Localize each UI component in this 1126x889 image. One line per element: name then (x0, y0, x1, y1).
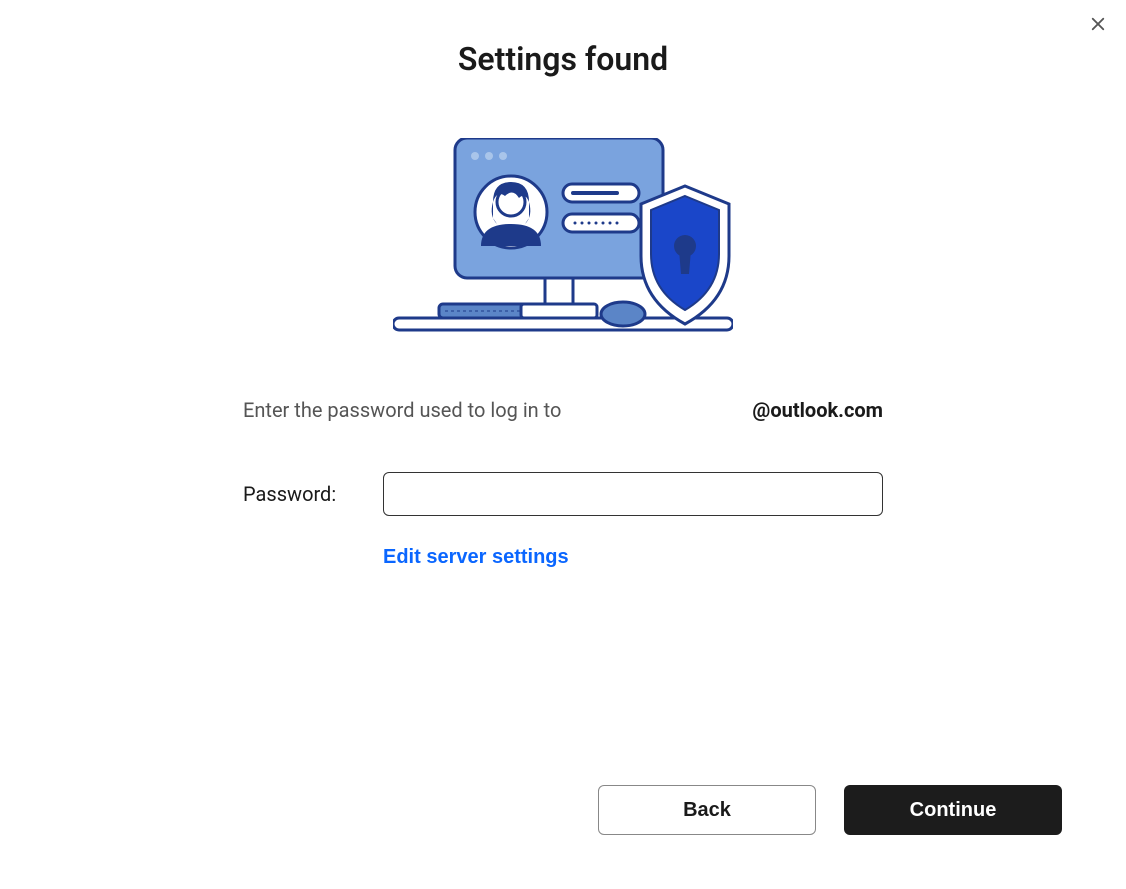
password-row: Password: (243, 472, 883, 516)
instruction-text: Enter the password used to log in to @ou… (243, 398, 883, 422)
computer-shield-icon (393, 138, 733, 338)
settings-dialog: Settings found (0, 0, 1126, 609)
continue-button[interactable]: Continue (844, 785, 1062, 835)
edit-server-settings-link[interactable]: Edit server settings (383, 546, 569, 569)
button-row: Back Continue (598, 785, 1062, 835)
page-title: Settings found (458, 40, 668, 78)
instruction-prefix: Enter the password used to log in to (243, 398, 561, 422)
close-button[interactable] (1086, 12, 1110, 36)
back-button[interactable]: Back (598, 785, 816, 835)
edit-link-row: Edit server settings (243, 546, 883, 569)
password-label: Password: (243, 482, 383, 506)
password-input[interactable] (383, 472, 883, 516)
close-icon (1089, 15, 1107, 33)
email-domain: @outlook.com (752, 398, 883, 422)
illustration (393, 138, 733, 338)
